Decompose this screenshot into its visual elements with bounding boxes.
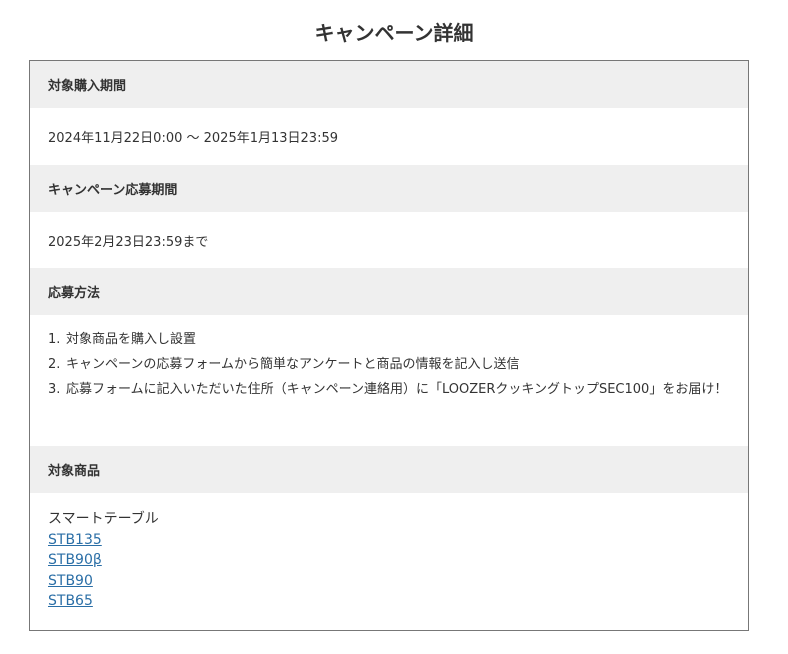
application-period-value: 2025年2月23日23:59まで [48,234,209,250]
method-steps-list: 1. 対象商品を購入し設置 2. キャンペーンの応募フォームから簡単なアンケート… [48,329,730,401]
method-step-text: 応募フォームに記入いただいた住所（キャンペーン連絡用）に「LOOZERクッキング… [66,382,728,397]
method-step: 2. キャンペーンの応募フォームから簡単なアンケートと商品の情報を記入し送信 [48,354,730,376]
application-period-heading: キャンペーン応募期間 [30,165,748,212]
campaign-details-box: 対象購入期間 2024年11月22日0:00 〜 2025年1月13日23:59… [29,60,749,631]
product-link-stb65[interactable]: STB65 [48,591,730,612]
campaign-details-page: キャンペーン詳細 対象購入期間 2024年11月22日0:00 〜 2025年1… [0,0,788,654]
product-category: スマートテーブル [48,511,159,527]
method-step-number: 1. [48,332,61,347]
page-title: キャンペーン詳細 [314,21,474,45]
method-step: 3. 応募フォームに記入いただいた住所（キャンペーン連絡用）に「LOOZERクッ… [48,379,730,401]
application-period-body: 2025年2月23日23:59まで [30,212,748,268]
method-step-text: キャンペーンの応募フォームから簡単なアンケートと商品の情報を記入し送信 [66,357,520,372]
method-step-number: 3. [48,382,61,397]
product-link-stb90beta[interactable]: STB90β [48,550,730,571]
method-body: 1. 対象商品を購入し設置 2. キャンペーンの応募フォームから簡単なアンケート… [30,315,748,446]
product-link-stb90[interactable]: STB90 [48,571,730,592]
method-step-number: 2. [48,357,61,372]
method-step-text: 対象商品を購入し設置 [66,332,197,347]
product-link-stb135[interactable]: STB135 [48,530,730,551]
purchase-period-body: 2024年11月22日0:00 〜 2025年1月13日23:59 [30,108,748,165]
purchase-period-heading: 対象購入期間 [30,61,748,108]
method-step: 1. 対象商品を購入し設置 [48,329,730,351]
products-body: スマートテーブル STB135 STB90β STB90 STB65 [30,493,748,612]
method-heading: 応募方法 [30,268,748,315]
products-heading: 対象商品 [30,446,748,493]
purchase-period-value: 2024年11月22日0:00 〜 2025年1月13日23:59 [48,131,338,146]
